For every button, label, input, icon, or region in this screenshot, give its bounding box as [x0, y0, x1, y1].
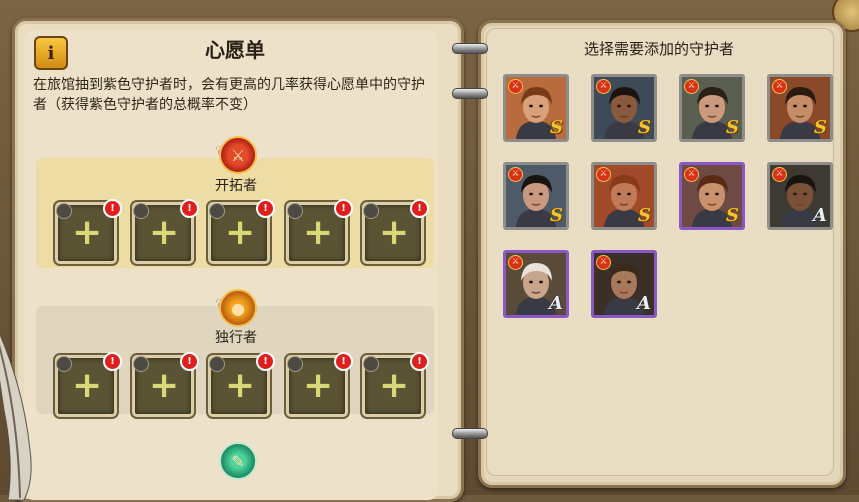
pioneer-class-icon: ⚔ [596, 79, 611, 94]
add-icon: + [225, 365, 256, 406]
guardian-select-title: 选择需要添加的守护者 [583, 40, 734, 58]
guardian-card[interactable]: ⚔ S [503, 74, 569, 142]
rank-badge: S [550, 205, 563, 226]
binder-ring [452, 88, 488, 99]
alert-badge-icon: ! [334, 352, 353, 371]
rank-badge: S [726, 205, 739, 226]
wishlist-slot[interactable]: +! [362, 352, 429, 417]
alert-badge-icon: ! [410, 199, 429, 218]
slot-indicator-icon [56, 203, 72, 219]
section-label: 开拓者 [215, 178, 257, 194]
wishlist-slot[interactable]: +! [132, 199, 199, 264]
pioneer-class-icon: ⚔ [508, 255, 523, 270]
alert-badge-icon: ! [256, 199, 275, 218]
add-icon: + [379, 365, 410, 406]
slot-indicator-icon [287, 203, 303, 219]
rank-badge: S [726, 117, 739, 138]
guardian-card[interactable]: ⚔ S [591, 162, 657, 230]
guardian-card[interactable]: ⚔ S [679, 162, 745, 230]
binder-ring [452, 428, 488, 439]
wishlist-slot[interactable]: +! [362, 199, 429, 264]
feather-quill-icon [0, 333, 32, 500]
add-icon: + [379, 212, 410, 253]
section-label: 独行者 [215, 330, 257, 346]
wishlist-slot[interactable]: +! [286, 352, 353, 417]
add-icon: + [72, 365, 103, 406]
guardian-card[interactable]: ⚔ A [591, 250, 657, 318]
wishlist-slot[interactable]: +! [55, 352, 122, 417]
pioneer-class-icon: ⚔ [772, 79, 787, 94]
guardian-card[interactable]: ⚔ A [503, 250, 569, 318]
slot-indicator-icon [133, 356, 149, 372]
alert-badge-icon: ! [180, 199, 199, 218]
alert-badge-icon: ! [410, 352, 429, 371]
alert-badge-icon: ! [103, 352, 122, 371]
slot-indicator-icon [287, 356, 303, 372]
alert-badge-icon: ! [103, 199, 122, 218]
slot-indicator-icon [56, 356, 72, 372]
wishlist-slot[interactable]: +! [286, 199, 353, 264]
wishlist-slot[interactable]: +! [208, 352, 275, 417]
rank-badge: A [813, 205, 827, 226]
wishlist-slot[interactable]: +! [208, 199, 275, 264]
rank-badge: A [549, 293, 563, 314]
pioneer-class-icon: ⚔ [508, 167, 523, 182]
add-icon: + [149, 212, 180, 253]
info-button[interactable]: i [34, 36, 68, 70]
rank-badge: S [638, 117, 651, 138]
loner-emblem-icon: ● [219, 289, 257, 327]
alert-badge-icon: ! [334, 199, 353, 218]
wishlist-slot[interactable]: +! [132, 352, 199, 417]
slot-indicator-icon [133, 203, 149, 219]
slot-indicator-icon [363, 356, 379, 372]
slot-indicator-icon [209, 356, 225, 372]
pioneer-class-icon: ⚔ [684, 167, 699, 182]
add-icon: + [303, 212, 334, 253]
green-emblem-icon: ✎ [219, 442, 257, 480]
alert-badge-icon: ! [256, 352, 275, 371]
wishlist-title: 心愿单 [205, 38, 265, 62]
slot-indicator-icon [209, 203, 225, 219]
guardian-card[interactable]: ⚔ S [679, 74, 745, 142]
pioneer-class-icon: ⚔ [508, 79, 523, 94]
add-icon: + [225, 212, 256, 253]
guardian-card[interactable]: ⚔ A [767, 162, 833, 230]
add-icon: + [303, 365, 334, 406]
rank-badge: S [550, 117, 563, 138]
add-icon: + [149, 365, 180, 406]
guardian-card[interactable]: ⚔ S [591, 74, 657, 142]
guardian-card[interactable]: ⚔ S [503, 162, 569, 230]
pioneer-class-icon: ⚔ [596, 255, 611, 270]
binder-ring [452, 43, 488, 54]
pioneer-emblem-icon: ⚔ [219, 136, 257, 174]
wishlist-description: 在旅馆抽到紫色守护者时，会有更高的几率获得心愿单中的守护者（获得紫色守护者的总概… [33, 77, 425, 113]
pioneer-class-icon: ⚔ [596, 167, 611, 182]
rank-badge: A [637, 293, 651, 314]
wishlist-slot[interactable]: +! [55, 199, 122, 264]
rank-badge: S [814, 117, 827, 138]
alert-badge-icon: ! [180, 352, 199, 371]
add-icon: + [72, 212, 103, 253]
slot-indicator-icon [363, 203, 379, 219]
pioneer-class-icon: ⚔ [684, 79, 699, 94]
pioneer-class-icon: ⚔ [772, 167, 787, 182]
rank-badge: S [638, 205, 651, 226]
guardian-card[interactable]: ⚔ S [767, 74, 833, 142]
